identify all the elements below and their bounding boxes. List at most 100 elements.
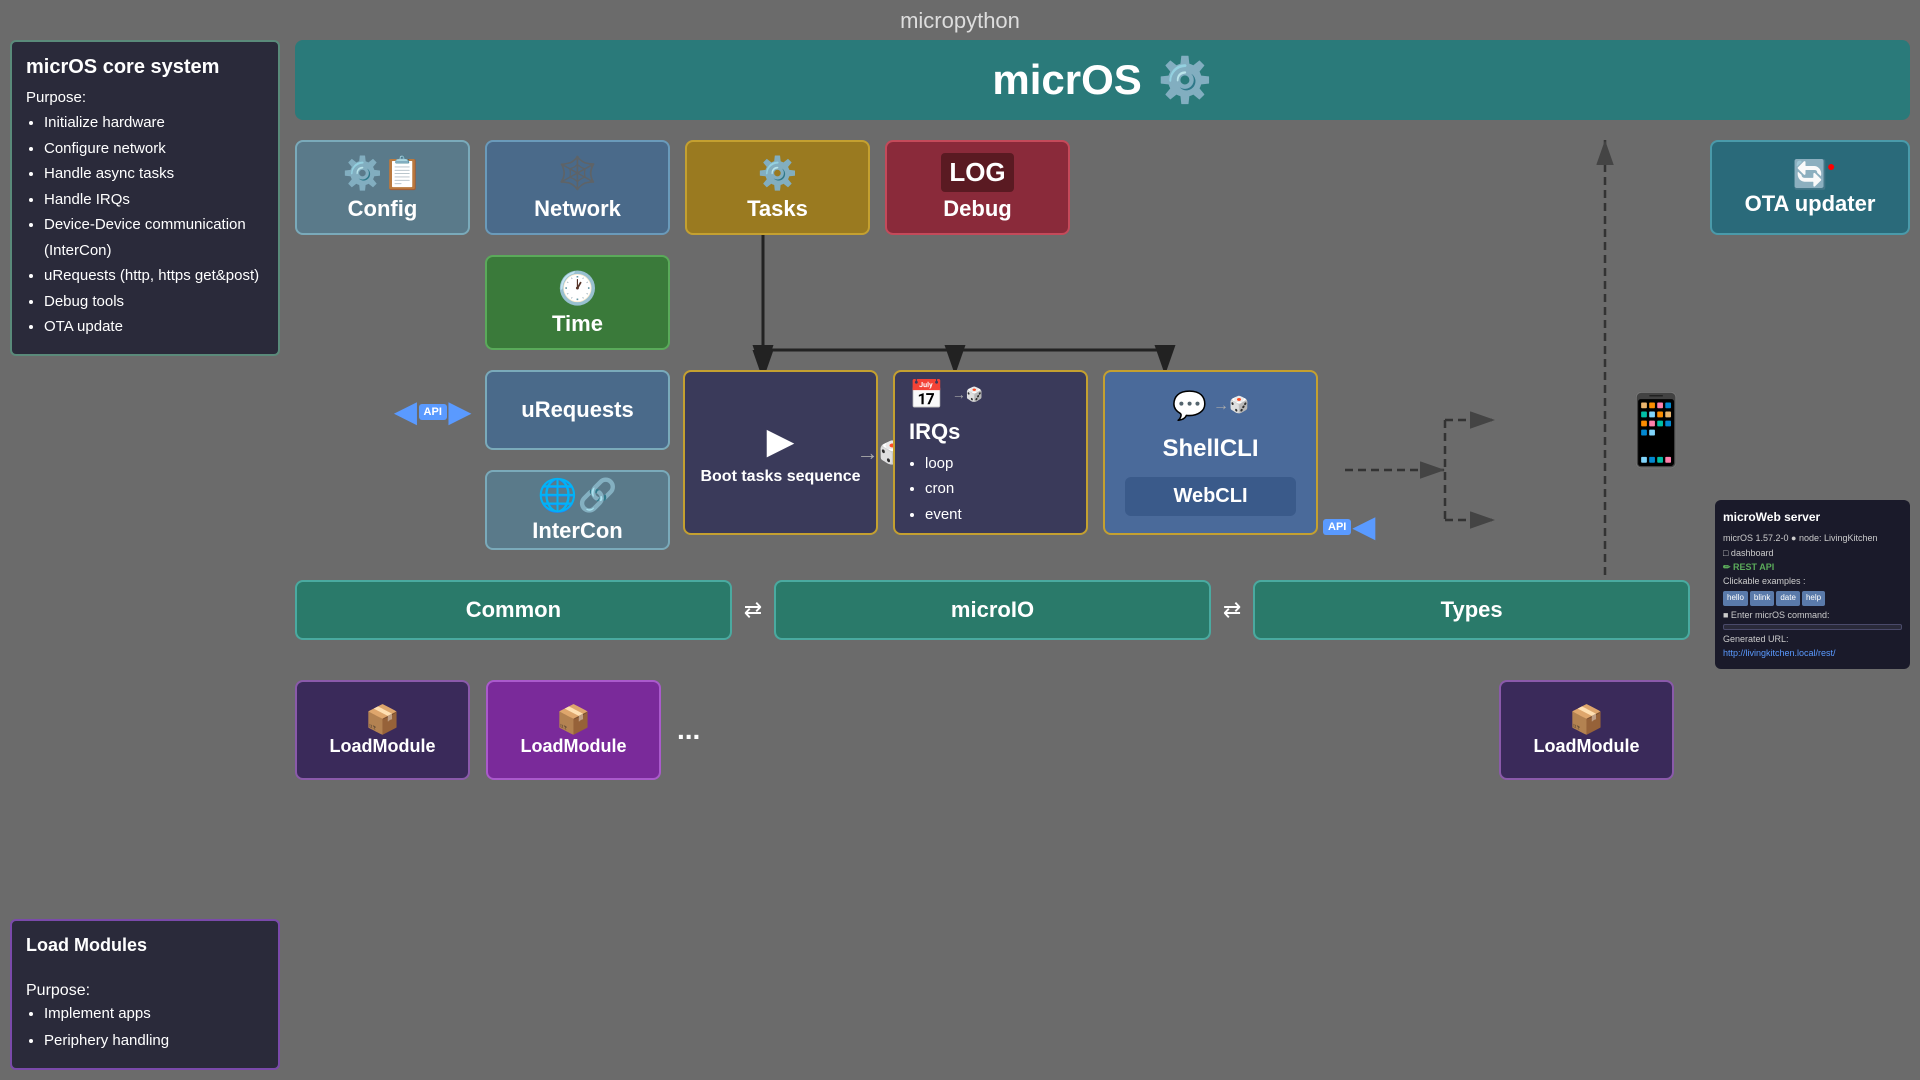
microweb-genurl: Generated URL:: [1723, 632, 1902, 646]
shellcli-label: ShellCLI: [1162, 435, 1258, 463]
micros-title: micrOS: [992, 56, 1141, 104]
time-module[interactable]: 🕐 Time: [485, 255, 670, 350]
load-modules-title: Load Modules: [26, 935, 264, 956]
core-system-list: Initialize hardware Configure network Ha…: [26, 110, 264, 340]
loadmod-row: 📦 LoadModule 📦 LoadModule ... 📦 LoadModu…: [295, 680, 1910, 780]
loadmodule-label-3: LoadModule: [1534, 736, 1640, 757]
irqs-item: event: [925, 502, 962, 528]
webcli-label: WebCLI: [1173, 485, 1247, 507]
config-module[interactable]: ⚙️📋 Config: [295, 140, 470, 235]
list-item: Implement apps: [44, 1000, 264, 1027]
time-label: Time: [552, 311, 603, 337]
micros-header: micrOS ⚙️: [295, 40, 1910, 120]
list-item: Handle IRQs: [44, 187, 264, 213]
common-row: Common ⇄ microIO ⇄ Types: [295, 580, 1690, 640]
debug-label: Debug: [943, 196, 1011, 222]
cube-icon-2: 📦: [556, 703, 591, 736]
loadmodule-label-1: LoadModule: [330, 736, 436, 757]
ota-module[interactable]: 🔄● OTA updater: [1710, 140, 1910, 235]
load-modules-panel: Load Modules Purpose: Implement apps Per…: [10, 919, 280, 1070]
config-label: Config: [348, 196, 418, 222]
phone-icon: 📱: [1613, 390, 1700, 472]
irqs-item: loop: [925, 451, 962, 477]
api-badge-urequests: API: [419, 404, 447, 420]
ellipsis-label: ...: [677, 714, 700, 746]
cube-icon-3: 📦: [1569, 703, 1604, 736]
common-label: Common: [466, 597, 561, 623]
irqs-list: loop cron event: [909, 451, 962, 528]
play-icon: ▶: [767, 420, 795, 462]
microweb-dashboard: □ dashboard: [1723, 546, 1902, 560]
intercon-module[interactable]: 🌐🔗 InterCon: [485, 470, 670, 550]
microweb-subtitle: micrOS 1.57.2-0 ● node: LivingKitchen: [1723, 531, 1902, 545]
microweb-input[interactable]: [1723, 624, 1902, 630]
types-label: Types: [1441, 597, 1503, 623]
arrow-left-icon: ◀: [395, 395, 417, 428]
api-badge-webcli: API: [1323, 519, 1351, 535]
shellcli-arrow: →🎲: [1213, 395, 1249, 415]
core-system-panel: micrOS core system Purpose: Initialize h…: [10, 40, 280, 356]
tasks-module[interactable]: ⚙️ Tasks: [685, 140, 870, 235]
api-arrow-webcli: API ◀: [1323, 510, 1375, 543]
boot-tasks-label: Boot tasks sequence: [700, 468, 860, 486]
shuffle-icon-1: ⇄: [744, 597, 762, 623]
list-item: Initialize hardware: [44, 110, 264, 136]
config-icon: ⚙️📋: [343, 154, 423, 192]
microweb-command: ■ Enter micrOS command:: [1723, 608, 1902, 622]
microweb-badges: hello blink date help: [1723, 591, 1902, 606]
intercon-icon: 🌐🔗: [538, 476, 618, 514]
network-icon: 🕸️: [558, 154, 598, 192]
microweb-url: http://livingkitchen.local/rest/: [1723, 646, 1902, 660]
microio-module[interactable]: microIO: [774, 580, 1211, 640]
shellcli-module[interactable]: 💬 →🎲 ShellCLI WebCLI: [1103, 370, 1318, 535]
irqs-module[interactable]: 📅 →🎲 IRQs loop cron event: [893, 370, 1088, 535]
webcli-box[interactable]: WebCLI: [1125, 477, 1297, 516]
loadmodule-3[interactable]: 📦 LoadModule: [1499, 680, 1674, 780]
list-item: OTA update: [44, 314, 264, 340]
urequests-label: uRequests: [521, 397, 633, 423]
purpose-label: Purpose:: [26, 89, 264, 106]
main-canvas: micrOS ⚙️ ⚙️📋 Config 🕸️ Network ⚙️ Tasks…: [295, 40, 1910, 1070]
cube-icon-1: 📦: [365, 703, 400, 736]
list-item-debug: Debug tools: [44, 289, 264, 315]
microweb-restapi: ✏ REST API: [1723, 560, 1902, 574]
shellcli-row: 💬 →🎲: [1115, 389, 1306, 422]
common-module[interactable]: Common: [295, 580, 732, 640]
shuffle-icon-2: ⇄: [1223, 597, 1241, 623]
tasks-icon: ⚙️: [758, 154, 798, 192]
network-module[interactable]: 🕸️ Network: [485, 140, 670, 235]
list-item: Periphery handling: [44, 1027, 264, 1054]
debug-module[interactable]: LOG Debug: [885, 140, 1070, 235]
gear-icon: ⚙️: [1158, 54, 1213, 106]
boot-tasks-module[interactable]: ▶ Boot tasks sequence →🎲: [683, 370, 878, 535]
microweb-title: microWeb server: [1723, 508, 1902, 527]
list-item: Configure network: [44, 136, 264, 162]
chat-icon: 💬: [1172, 389, 1207, 422]
loadmodule-1[interactable]: 📦 LoadModule: [295, 680, 470, 780]
api-arrow-urequests: ◀ API ▶: [395, 395, 470, 428]
loadmodule-2[interactable]: 📦 LoadModule: [486, 680, 661, 780]
arrow-left-webcli: ◀: [1353, 510, 1375, 543]
microweb-panel: microWeb server micrOS 1.57.2-0 ● node: …: [1715, 500, 1910, 669]
intercon-label: InterCon: [532, 518, 622, 544]
urequests-module[interactable]: uRequests: [485, 370, 670, 450]
irqs-arrow: →🎲: [952, 386, 983, 403]
log-badge: LOG: [941, 153, 1013, 192]
list-item: Handle async tasks: [44, 161, 264, 187]
load-modules-list: Implement apps Periphery handling: [26, 1000, 264, 1054]
arrow-right-icon: ▶: [449, 395, 471, 428]
types-module[interactable]: Types: [1253, 580, 1690, 640]
list-item: Device-Device communication (InterCon): [44, 212, 264, 263]
irqs-item: cron: [925, 476, 962, 502]
microweb-examples: Clickable examples :: [1723, 574, 1902, 588]
irqs-title: IRQs: [909, 419, 960, 445]
tasks-label: Tasks: [747, 196, 808, 222]
network-label: Network: [534, 196, 621, 222]
ota-label: OTA updater: [1745, 191, 1876, 217]
list-item: uRequests (http, https get&post): [44, 263, 264, 289]
time-icon: 🕐: [558, 269, 598, 307]
microio-label: microIO: [951, 597, 1034, 623]
calendar-icon: 📅: [909, 378, 944, 411]
loadmodule-label-2: LoadModule: [521, 736, 627, 757]
purpose-label2: Purpose:: [26, 982, 264, 1000]
